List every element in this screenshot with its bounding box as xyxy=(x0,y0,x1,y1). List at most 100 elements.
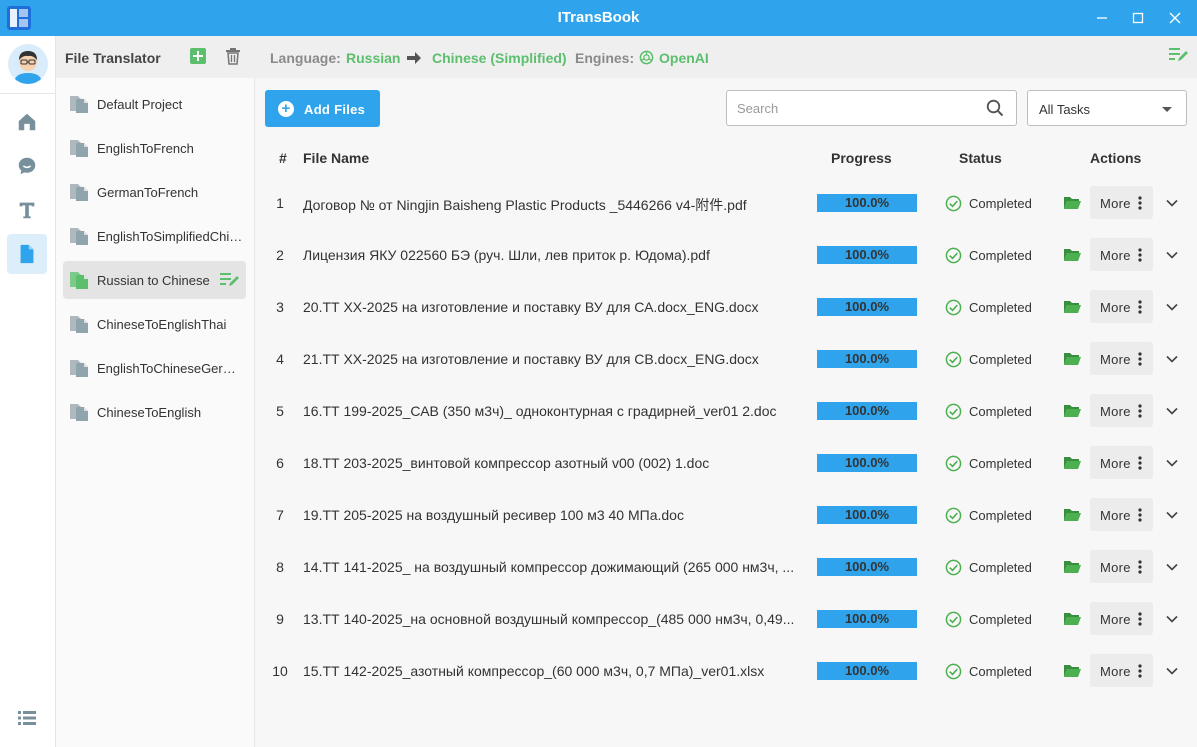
chevron-down-icon[interactable] xyxy=(1165,560,1179,574)
search-icon[interactable] xyxy=(986,99,1004,117)
close-icon[interactable] xyxy=(1163,6,1187,30)
open-folder-icon[interactable] xyxy=(1063,663,1081,679)
nav-home[interactable] xyxy=(7,102,47,142)
edit-project-icon[interactable] xyxy=(220,272,240,288)
status-text: Completed xyxy=(969,299,1032,315)
table-row[interactable]: 6 18.ТТ 203-2025_винтовой компрессор азот… xyxy=(255,437,1197,489)
project-item[interactable]: ChineseToEnglishThai xyxy=(63,305,246,343)
nav-file-translator[interactable] xyxy=(7,234,47,274)
status-text: Completed xyxy=(969,507,1032,523)
chevron-down-icon[interactable] xyxy=(1165,352,1179,366)
chevron-down-icon[interactable] xyxy=(1165,196,1179,210)
add-project-button[interactable] xyxy=(189,47,209,67)
table-row[interactable]: 5 16.ТТ 199-2025_САВ (350 м3ч)_ одноконту… xyxy=(255,385,1197,437)
open-folder-icon[interactable] xyxy=(1063,611,1081,627)
progress-bar: 100.0% xyxy=(817,402,917,420)
source-language[interactable]: Russian xyxy=(346,50,400,66)
table-row[interactable]: 9 13.ТТ 140-2025_на основной воздушный ко… xyxy=(255,593,1197,645)
progress-bar: 100.0% xyxy=(817,558,917,576)
search-box xyxy=(726,90,1017,126)
nav-chat[interactable] xyxy=(7,146,47,186)
project-item[interactable]: EnglishToChineseGerman xyxy=(63,349,246,387)
project-item[interactable]: Default Project xyxy=(63,85,246,123)
more-label: More xyxy=(1100,664,1131,679)
open-folder-icon[interactable] xyxy=(1063,351,1081,367)
nav-menu[interactable] xyxy=(7,698,47,738)
table-row[interactable]: 4 21.ТТ XX-2025 на изготовление и поставк… xyxy=(255,333,1197,385)
nav-text-translate[interactable] xyxy=(7,190,47,230)
table-row[interactable]: 10 15.ТТ 142-2025_азотный компрессор_(60 … xyxy=(255,645,1197,697)
more-button[interactable]: More xyxy=(1090,394,1153,427)
more-button[interactable]: More xyxy=(1090,654,1153,687)
status-badge: Completed xyxy=(945,194,1032,212)
chevron-down-icon[interactable] xyxy=(1165,664,1179,678)
table-row[interactable]: 1 Договор № от Ningjin Baisheng Plastic P… xyxy=(255,177,1197,229)
engine-name[interactable]: OpenAI xyxy=(659,50,709,66)
project-label: ChineseToEnglish xyxy=(97,404,202,420)
chevron-down-icon[interactable] xyxy=(1165,248,1179,262)
nav-rail xyxy=(0,36,56,747)
open-folder-icon[interactable] xyxy=(1063,299,1081,315)
open-folder-icon[interactable] xyxy=(1063,195,1081,211)
avatar[interactable] xyxy=(8,44,48,84)
more-button[interactable]: More xyxy=(1090,550,1153,583)
add-files-button[interactable]: + Add Files xyxy=(265,90,380,127)
project-label: EnglishToChineseGerman xyxy=(97,360,245,376)
more-button[interactable]: More xyxy=(1090,446,1153,479)
project-files-icon xyxy=(70,184,88,201)
more-label: More xyxy=(1100,612,1131,627)
search-input[interactable] xyxy=(737,99,977,117)
edit-settings-icon[interactable] xyxy=(1169,47,1189,66)
maximize-icon[interactable] xyxy=(1126,6,1150,30)
table-row[interactable]: 7 19.ТТ 205-2025 на воздушный ресивер 100… xyxy=(255,489,1197,541)
row-number: 1 xyxy=(276,195,284,211)
open-folder-icon[interactable] xyxy=(1063,507,1081,523)
project-label: EnglishToSimplifiedChinese xyxy=(97,228,245,244)
chat-icon xyxy=(18,157,36,175)
minimize-icon[interactable] xyxy=(1090,6,1114,30)
more-button[interactable]: More xyxy=(1090,186,1153,219)
more-button[interactable]: More xyxy=(1090,498,1153,531)
project-files-icon xyxy=(70,404,88,421)
chevron-down-icon[interactable] xyxy=(1165,404,1179,418)
table-row[interactable]: 3 20.ТТ XX-2025 на изготовление и поставк… xyxy=(255,281,1197,333)
progress-bar: 100.0% xyxy=(817,506,917,524)
check-circle-icon xyxy=(945,195,962,211)
more-button[interactable]: More xyxy=(1090,290,1153,323)
project-item[interactable]: Russian to Chinese xyxy=(63,261,246,299)
status-text: Completed xyxy=(969,195,1032,211)
more-button[interactable]: More xyxy=(1090,238,1153,271)
chevron-down-icon[interactable] xyxy=(1165,508,1179,522)
project-item[interactable]: EnglishToSimplifiedChinese xyxy=(63,217,246,255)
project-label: GermanToFrench xyxy=(97,184,199,200)
more-label: More xyxy=(1100,404,1131,419)
status-badge: Completed xyxy=(945,558,1032,576)
project-item[interactable]: GermanToFrench xyxy=(63,173,246,211)
row-number: 6 xyxy=(276,455,284,471)
open-folder-icon[interactable] xyxy=(1063,403,1081,419)
project-item[interactable]: ChineseToEnglish xyxy=(63,393,246,431)
table-row[interactable]: 2 Лицензия ЯКУ 022560 БЭ (руч. Шли, лев п… xyxy=(255,229,1197,281)
chevron-down-icon[interactable] xyxy=(1165,456,1179,470)
progress-bar: 100.0% xyxy=(817,194,917,212)
chevron-down-icon[interactable] xyxy=(1165,612,1179,626)
target-language[interactable]: Chinese (Simplified) xyxy=(432,50,567,66)
delete-project-button[interactable] xyxy=(224,47,244,67)
table-row[interactable]: 8 14.ТТ 141-2025_ на воздушный компрессор… xyxy=(255,541,1197,593)
task-filter-select[interactable]: All Tasks xyxy=(1027,90,1187,126)
more-label: More xyxy=(1100,196,1131,211)
status-text: Completed xyxy=(969,247,1032,263)
open-folder-icon[interactable] xyxy=(1063,247,1081,263)
open-folder-icon[interactable] xyxy=(1063,455,1081,471)
task-filter-value: All Tasks xyxy=(1039,102,1091,117)
file-name: 21.ТТ XX-2025 на изготовление и поставку… xyxy=(303,351,759,367)
open-folder-icon[interactable] xyxy=(1063,559,1081,575)
row-number: 10 xyxy=(272,663,288,679)
more-label: More xyxy=(1100,352,1131,367)
project-files-icon xyxy=(70,316,88,333)
col-number: # xyxy=(279,150,287,166)
project-item[interactable]: EnglishToFrench xyxy=(63,129,246,167)
more-button[interactable]: More xyxy=(1090,342,1153,375)
chevron-down-icon[interactable] xyxy=(1165,300,1179,314)
more-button[interactable]: More xyxy=(1090,602,1153,635)
